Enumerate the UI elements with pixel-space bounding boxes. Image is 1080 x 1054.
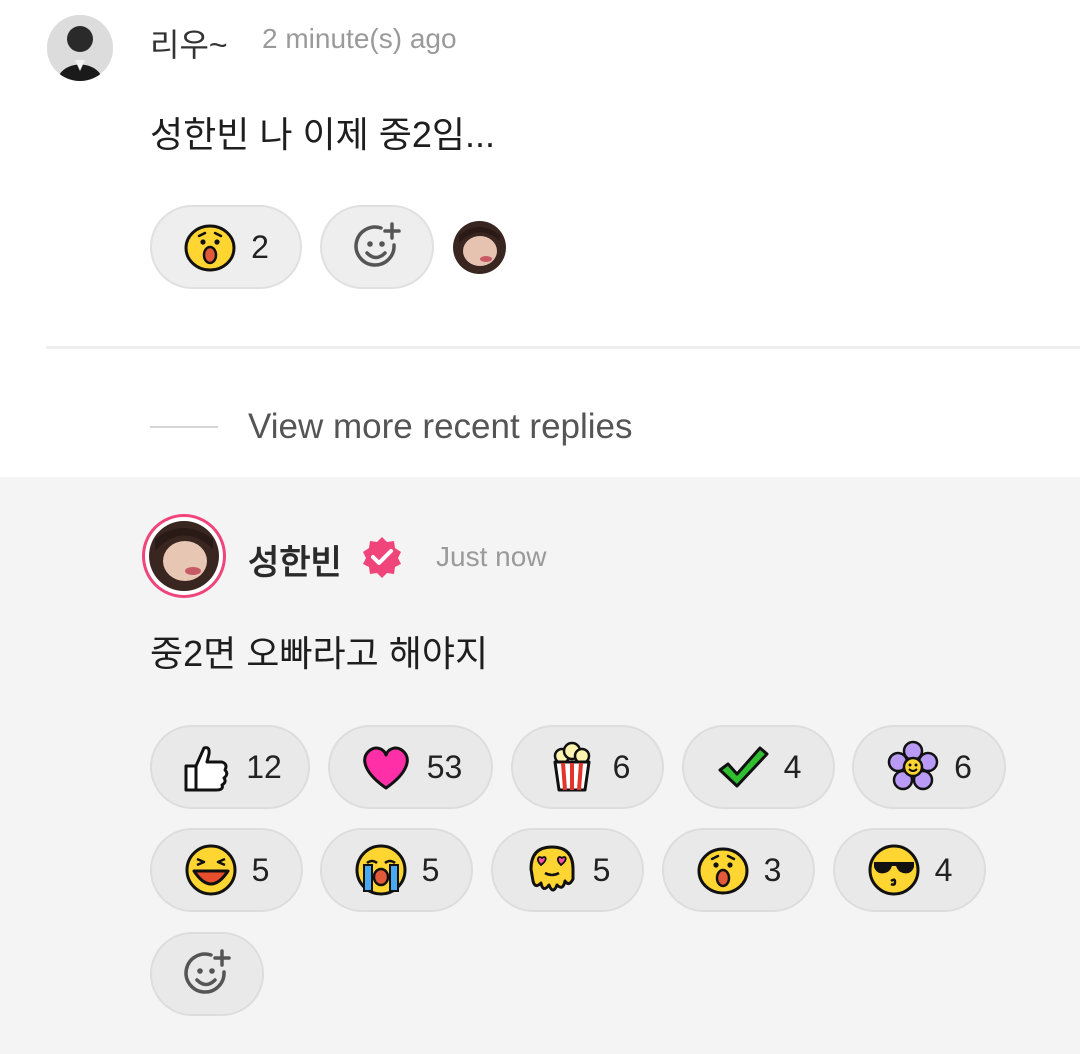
comment-timestamp: 2 minute(s) ago — [262, 23, 457, 54]
reaction-count: 53 — [426, 748, 463, 785]
reply-author-avatar[interactable] — [142, 514, 226, 598]
reaction-chip[interactable]: 2 — [150, 205, 302, 289]
reaction-chip[interactable]: 6 — [852, 725, 1006, 809]
reply-text: 중2면 오빠라고 해야지 — [150, 633, 489, 674]
sunglasses-kiss-emoji-icon — [868, 844, 920, 896]
commenter-name[interactable]: 리우~ — [150, 20, 228, 66]
thumbs-up-emoji-icon — [184, 746, 229, 792]
reaction-chip[interactable]: 4 — [833, 828, 986, 912]
add-reaction-icon — [354, 222, 401, 267]
section-divider — [46, 346, 1080, 349]
reaction-count: 5 — [251, 851, 270, 888]
crying-emoji-icon — [355, 844, 407, 896]
reaction-count: 4 — [934, 851, 953, 888]
surprised-emoji-icon — [697, 847, 749, 895]
reaction-chip[interactable]: 5 — [320, 828, 473, 912]
reaction-count: 2 — [251, 228, 269, 265]
reply-section: 성한빈 Just now 중2면 오빠라고 해야지 12 53 6 4 6 5 … — [0, 477, 1080, 1054]
view-more-line — [150, 426, 218, 428]
laughing-emoji-icon — [185, 844, 237, 896]
reaction-chip[interactable]: 3 — [662, 828, 815, 912]
reaction-count: 12 — [246, 748, 282, 785]
reply-author-name[interactable]: 성한빈 — [248, 535, 342, 584]
add-reaction-icon — [184, 949, 231, 994]
reaction-chip[interactable]: 12 — [150, 725, 310, 809]
comment-text: 성한빈 나 이제 중2임... — [150, 114, 495, 155]
checkmark-emoji-icon — [718, 746, 769, 788]
surprised-emoji-icon — [184, 224, 236, 272]
verified-badge-icon — [363, 537, 401, 578]
reaction-count: 6 — [612, 748, 631, 785]
reaction-chip[interactable]: 4 — [682, 725, 835, 809]
reaction-count: 6 — [954, 748, 972, 785]
reaction-count: 5 — [592, 851, 611, 888]
reaction-chip[interactable]: 53 — [328, 725, 493, 809]
reaction-chip[interactable]: 6 — [511, 725, 664, 809]
reactor-avatar[interactable] — [453, 221, 506, 274]
view-more-replies-link[interactable]: View more recent replies — [248, 407, 633, 447]
commenter-avatar[interactable] — [47, 15, 113, 81]
heart-emoji-icon — [363, 746, 409, 790]
reaction-chip[interactable]: 5 — [491, 828, 644, 912]
melting-heart-eyes-emoji-icon — [529, 845, 575, 892]
reaction-chip[interactable]: 5 — [150, 828, 303, 912]
reaction-count: 5 — [421, 851, 440, 888]
add-reaction-button[interactable] — [320, 205, 434, 289]
popcorn-emoji-icon — [553, 741, 591, 792]
add-reaction-button[interactable] — [150, 932, 264, 1016]
reply-timestamp: Just now — [436, 541, 547, 572]
reaction-count: 4 — [783, 748, 802, 785]
reaction-count: 3 — [763, 851, 782, 888]
flower-emoji-icon — [887, 740, 939, 791]
